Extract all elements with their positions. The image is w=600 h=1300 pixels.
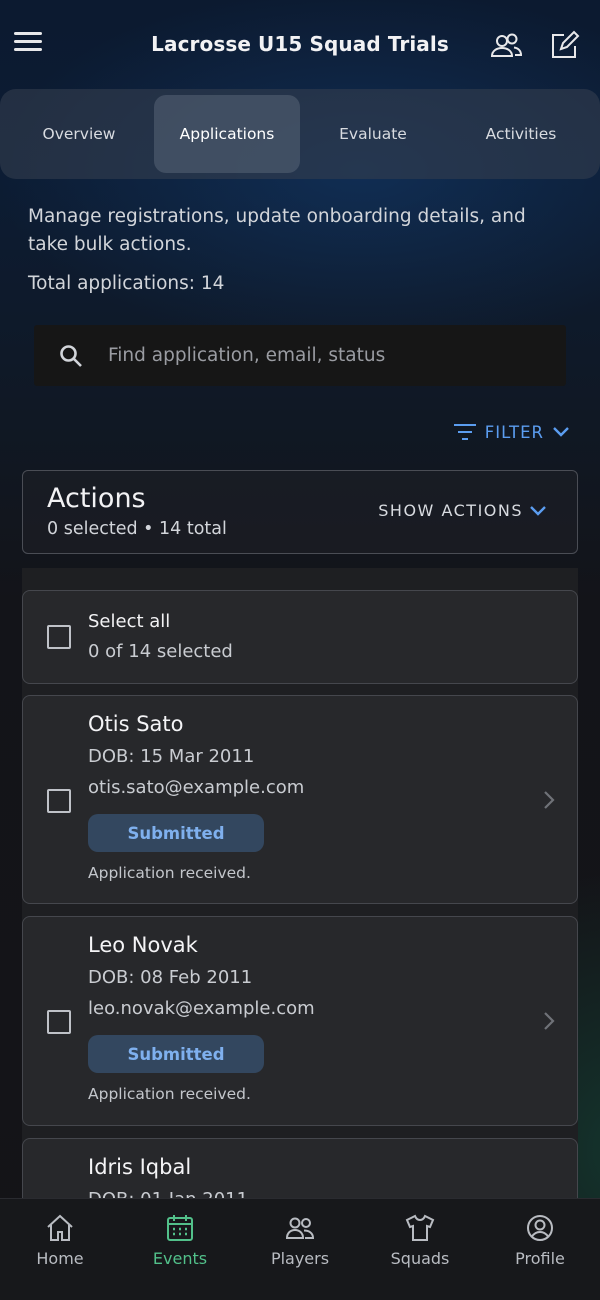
applicant-dob: DOB: 01 Jan 2011 bbox=[88, 1189, 248, 1198]
chevron-right-icon[interactable] bbox=[541, 789, 557, 811]
nav-squads[interactable]: Squads bbox=[360, 1199, 480, 1289]
status-note: Application received. bbox=[88, 864, 251, 882]
application-card[interactable]: Otis Sato DOB: 15 Mar 2011 otis.sato@exa… bbox=[22, 695, 578, 904]
home-icon bbox=[47, 1214, 73, 1241]
applicant-dob: DOB: 15 Mar 2011 bbox=[88, 746, 255, 767]
app-screen: Lacrosse U15 Squad Trials Overview Appli… bbox=[0, 0, 600, 1300]
top-app-bar: Lacrosse U15 Squad Trials bbox=[0, 0, 600, 90]
shirt-icon bbox=[405, 1214, 435, 1241]
search-icon bbox=[60, 344, 82, 367]
applicant-name: Leo Novak bbox=[88, 933, 198, 957]
applicant-dob: DOB: 08 Feb 2011 bbox=[88, 967, 253, 988]
tab-overview[interactable]: Overview bbox=[6, 95, 152, 173]
profile-icon bbox=[527, 1215, 553, 1241]
applicant-email: otis.sato@example.com bbox=[88, 777, 305, 798]
group-users-icon[interactable] bbox=[488, 28, 524, 64]
nav-home[interactable]: Home bbox=[0, 1199, 120, 1289]
nav-label: Events bbox=[152, 1249, 208, 1268]
status-badge: Submitted bbox=[88, 814, 264, 852]
tab-applications[interactable]: Applications bbox=[154, 95, 300, 173]
selection-summary: 0 selected • 14 total bbox=[47, 519, 227, 539]
application-card[interactable]: Idris Iqbal DOB: 01 Jan 2011 bbox=[22, 1138, 578, 1198]
search-bar bbox=[34, 325, 566, 386]
search-input[interactable] bbox=[108, 345, 528, 366]
application-card[interactable]: Leo Novak DOB: 08 Feb 2011 leo.novak@exa… bbox=[22, 916, 578, 1126]
status-note: Application received. bbox=[88, 1085, 251, 1103]
status-badge: Submitted bbox=[88, 1035, 264, 1073]
row-checkbox[interactable] bbox=[47, 789, 71, 813]
applicant-name: Idris Iqbal bbox=[88, 1155, 192, 1179]
filter-icon bbox=[453, 424, 476, 440]
select-all-label: Select all bbox=[88, 611, 171, 632]
players-icon bbox=[285, 1217, 315, 1239]
tab-bar: Overview Applications Evaluate Activitie… bbox=[0, 89, 600, 179]
nav-label: Squads bbox=[390, 1249, 450, 1268]
show-actions-button[interactable]: SHOW ACTIONS bbox=[378, 501, 547, 520]
nav-label: Home bbox=[36, 1249, 84, 1268]
show-actions-label: SHOW ACTIONS bbox=[378, 501, 523, 520]
nav-events[interactable]: Events bbox=[120, 1199, 240, 1289]
nav-players[interactable]: Players bbox=[240, 1199, 360, 1289]
actions-title: Actions bbox=[47, 483, 146, 514]
nav-profile[interactable]: Profile bbox=[480, 1199, 600, 1289]
select-all-row: Select all 0 of 14 selected bbox=[22, 590, 578, 684]
nav-label: Profile bbox=[515, 1249, 565, 1268]
filter-label: FILTER bbox=[484, 422, 544, 442]
actions-panel: Actions 0 selected • 14 total SHOW ACTIO… bbox=[22, 470, 578, 554]
calendar-icon bbox=[167, 1215, 193, 1241]
chevron-down-icon bbox=[553, 427, 569, 437]
chevron-right-icon[interactable] bbox=[541, 1010, 557, 1032]
chevron-down-icon bbox=[530, 505, 546, 516]
applications-list: Select all 0 of 14 selected Otis Sato DO… bbox=[22, 568, 578, 1198]
tab-evaluate[interactable]: Evaluate bbox=[300, 95, 446, 173]
tab-activities[interactable]: Activities bbox=[448, 95, 594, 173]
bottom-navigation: Home Events Players Squads Profile bbox=[0, 1198, 600, 1300]
page-description: Manage registrations, update onboarding … bbox=[28, 206, 526, 255]
total-applications: Total applications: 14 bbox=[28, 273, 225, 294]
select-all-checkbox[interactable] bbox=[47, 625, 71, 649]
applicant-email: leo.novak@example.com bbox=[88, 998, 315, 1019]
nav-label: Players bbox=[270, 1249, 330, 1268]
select-all-count: 0 of 14 selected bbox=[88, 641, 233, 662]
row-checkbox[interactable] bbox=[47, 1010, 71, 1034]
edit-icon[interactable] bbox=[546, 28, 582, 64]
filter-button[interactable]: FILTER bbox=[453, 418, 570, 446]
applicant-name: Otis Sato bbox=[88, 712, 184, 736]
